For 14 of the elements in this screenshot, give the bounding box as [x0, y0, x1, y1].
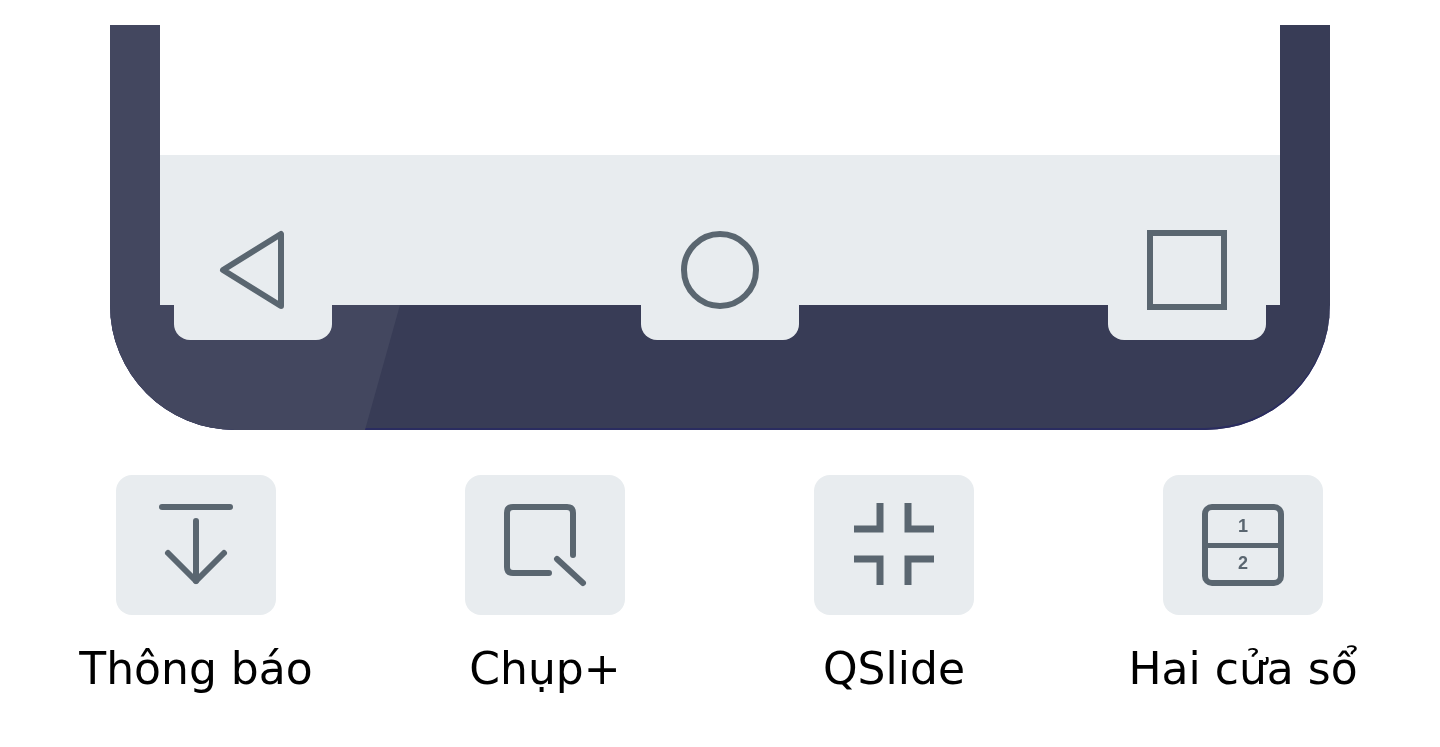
qslide-button[interactable]	[814, 475, 974, 615]
dual-button[interactable]: 1 2	[1163, 475, 1323, 615]
option-label: QSlide	[823, 643, 965, 694]
option-label: Chụp+	[469, 643, 621, 694]
window-number: 2	[1208, 542, 1278, 580]
window-number: 1	[1237, 514, 1249, 538]
capture-button[interactable]	[465, 475, 625, 615]
home-icon	[680, 230, 760, 310]
shrink-icon	[852, 503, 936, 587]
option-label: Hai cửa sổ	[1128, 643, 1358, 694]
capture-icon	[503, 503, 587, 587]
recents-icon	[1147, 230, 1227, 310]
notification-button[interactable]	[116, 475, 276, 615]
option-label: Thông báo	[79, 643, 313, 694]
